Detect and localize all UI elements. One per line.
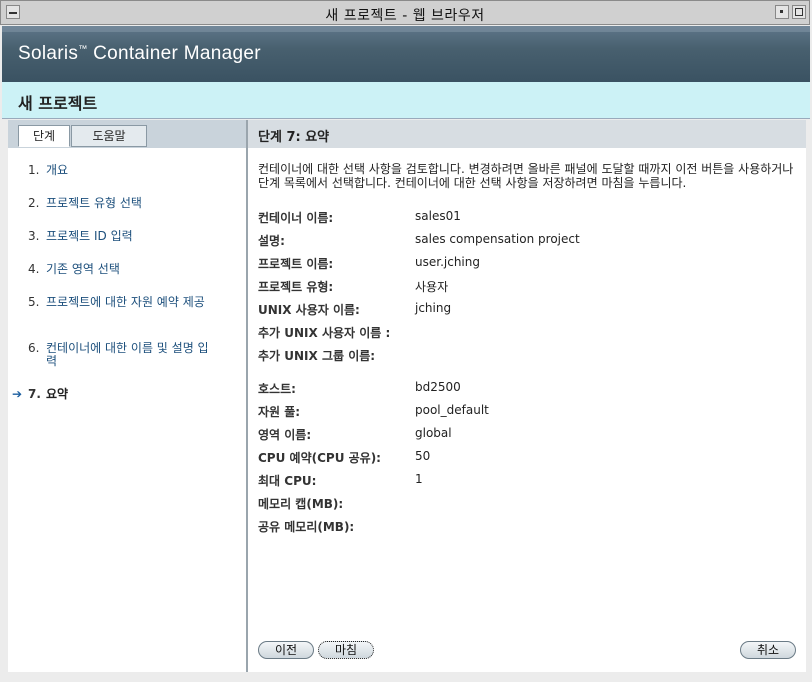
summary-heading: 단계 7: 요약 xyxy=(258,130,330,145)
maximize-button[interactable] xyxy=(792,5,806,19)
cancel-button[interactable]: 취소 xyxy=(740,641,796,659)
field-label: 공유 메모리(MB): xyxy=(258,520,355,534)
field-value: 1 xyxy=(415,472,423,486)
summary-row: 컨테이너 이름: sales01 xyxy=(258,209,798,225)
minimize-button[interactable] xyxy=(775,5,789,19)
step-number: 4. xyxy=(28,262,40,276)
product-name: Solaris™ Container Manager xyxy=(18,43,261,65)
summary-row: 설명: sales compensation project xyxy=(258,232,798,248)
masthead: Solaris™ Container Manager xyxy=(2,26,810,82)
summary-row: 영역 이름: global xyxy=(258,426,798,442)
step-label: 컨테이너에 대한 이름 및 설명 입력 xyxy=(46,341,209,368)
field-label: 메모리 캡(MB): xyxy=(258,497,344,511)
tab-help[interactable]: 도움말 xyxy=(71,125,147,147)
summary-row: 최대 CPU: 1 xyxy=(258,472,798,488)
field-value: 사용자 xyxy=(415,280,449,294)
field-label: UNIX 사용자 이름: xyxy=(258,303,360,317)
current-step-arrow-icon: ➔ xyxy=(12,387,23,401)
summary-header: 단계 7: 요약 xyxy=(248,120,806,148)
summary-row: 추가 UNIX 그룹 이름: xyxy=(258,347,798,363)
tab-steps[interactable]: 단계 xyxy=(18,125,70,147)
field-value: user.jching xyxy=(415,255,480,269)
field-value: jching xyxy=(415,301,452,315)
step-label: 프로젝트 ID 입력 xyxy=(46,229,133,243)
step-label: 프로젝트에 대한 자원 예약 제공 xyxy=(46,295,205,309)
field-value: global xyxy=(415,426,452,440)
field-value: sales compensation project xyxy=(415,232,580,246)
summary-row: 추가 UNIX 사용자 이름 : xyxy=(258,324,798,340)
step-number: 6. xyxy=(28,341,40,355)
page-title: 새 프로젝트 xyxy=(18,94,98,113)
summary-row: 호스트: bd2500 xyxy=(258,380,798,396)
step-number: 2. xyxy=(28,196,40,210)
summary-row: 프로젝트 유형: 사용자 xyxy=(258,278,798,294)
step-number: 3. xyxy=(28,229,40,243)
summary-row: 메모리 캡(MB): xyxy=(258,495,798,511)
summary-row: 공유 메모리(MB): xyxy=(258,518,798,534)
window-title: 새 프로젝트 - 웹 브라우저 xyxy=(325,8,485,24)
field-label: 추가 UNIX 사용자 이름 : xyxy=(258,326,391,340)
field-value: 50 xyxy=(415,449,431,463)
step-label: 프로젝트 유형 선택 xyxy=(46,196,142,210)
finish-button[interactable]: 마침 xyxy=(318,641,374,659)
field-label: 영역 이름: xyxy=(258,428,312,442)
summary-row: 자원 풀: pool_default xyxy=(258,403,798,419)
step-label: 기존 영역 선택 xyxy=(46,262,120,276)
field-label: 최대 CPU: xyxy=(258,474,317,488)
step-label: 개요 xyxy=(46,163,69,177)
summary-row: UNIX 사용자 이름: jching xyxy=(258,301,798,317)
step-number: 1. xyxy=(28,163,40,177)
product-name-rest: Container Manager xyxy=(87,43,261,64)
step-label: 요약 xyxy=(46,387,69,401)
steps-panel: 단계 도움말 1. 개요 2. 프로젝트 유형 선택 3. 프로젝트 ID 입력… xyxy=(8,120,246,672)
field-value: bd2500 xyxy=(415,380,461,394)
panel-tabs: 단계 도움말 xyxy=(8,120,246,148)
page-title-band: 새 프로젝트 xyxy=(2,82,810,119)
window-titlebar: 새 프로젝트 - 웹 브라우저 xyxy=(0,0,810,25)
field-label: 호스트: xyxy=(258,382,296,396)
field-label: 프로젝트 이름: xyxy=(258,257,334,271)
field-label: 자원 풀: xyxy=(258,405,301,419)
field-label: 컨테이너 이름: xyxy=(258,211,334,225)
previous-button[interactable]: 이전 xyxy=(258,641,314,659)
field-label: 설명: xyxy=(258,234,285,248)
field-label: CPU 예약(CPU 공유): xyxy=(258,451,381,465)
field-value: sales01 xyxy=(415,209,461,223)
step-number: 5. xyxy=(28,295,40,309)
field-label: 추가 UNIX 그룹 이름: xyxy=(258,349,376,363)
product-name-main: Solaris xyxy=(18,43,79,64)
field-value: pool_default xyxy=(415,403,489,417)
summary-row: CPU 예약(CPU 공유): 50 xyxy=(258,449,798,465)
field-label: 프로젝트 유형: xyxy=(258,280,334,294)
trademark-mark: ™ xyxy=(78,43,88,54)
summary-instructions: 컨테이너에 대한 선택 사항을 검토합니다. 변경하려면 올바른 패널에 도달할… xyxy=(258,162,794,190)
summary-panel: 단계 7: 요약 컨테이너에 대한 선택 사항을 검토합니다. 변경하려면 올바… xyxy=(248,120,806,672)
step-number: 7. xyxy=(28,387,41,401)
summary-row: 프로젝트 이름: user.jching xyxy=(258,255,798,271)
